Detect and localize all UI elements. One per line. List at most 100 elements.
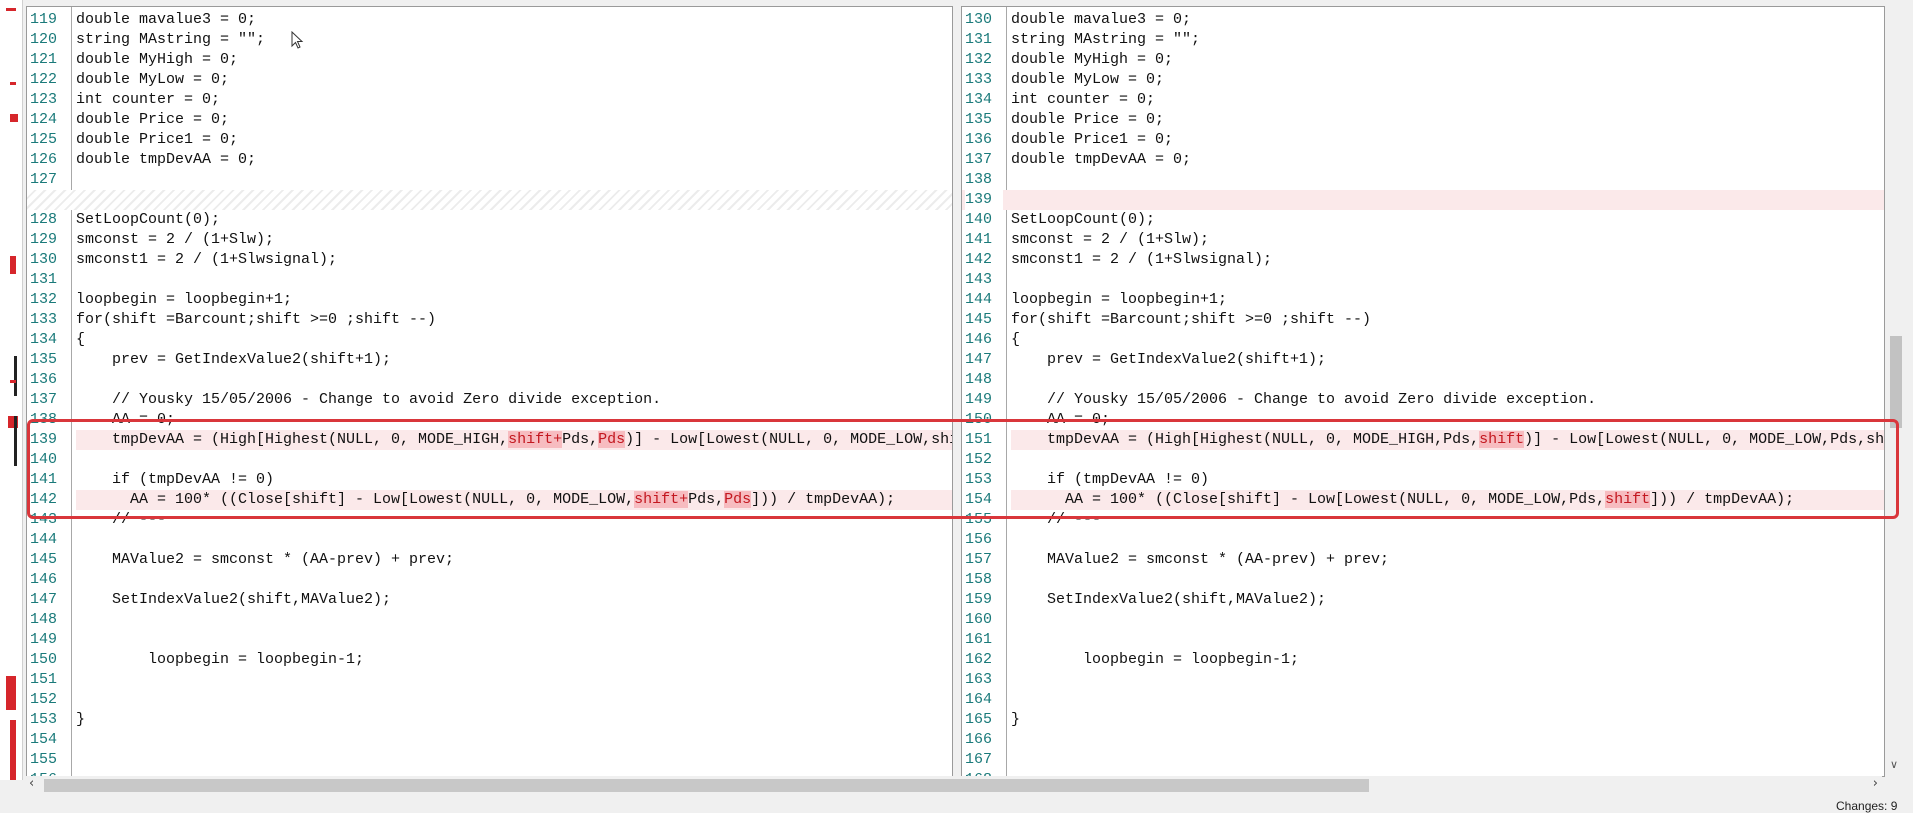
code-line[interactable]: 135 prev = GetIndexValue2(shift+1); <box>27 350 952 370</box>
code-line[interactable]: 158 <box>962 570 1884 590</box>
code-line[interactable]: 134 { <box>27 330 952 350</box>
code-line[interactable]: 147 prev = GetIndexValue2(shift+1); <box>962 350 1884 370</box>
code-line[interactable]: 154 <box>27 730 952 750</box>
code-line[interactable]: 139 tmpDevAA = (High[Highest(NULL, 0, MO… <box>27 430 952 450</box>
change-marker[interactable] <box>6 676 16 710</box>
code-line[interactable]: 156 <box>962 530 1884 550</box>
code-line[interactable]: 142 AA = 100* ((Close[shift] - Low[Lowes… <box>27 490 952 510</box>
code-line[interactable]: 137 // Yousky 15/05/2006 - Change to avo… <box>27 390 952 410</box>
line-number: 138 <box>965 171 993 188</box>
code-line[interactable]: 134 int counter = 0; <box>962 90 1884 110</box>
code-line[interactable]: 133 for(shift =Barcount;shift >=0 ;shift … <box>27 310 952 330</box>
vertical-scroll-thumb[interactable] <box>1890 336 1902 428</box>
code-line[interactable]: 130 smconst1 = 2 / (1+Slwsignal); <box>27 250 952 270</box>
code-line[interactable]: 122 double MyLow = 0; <box>27 70 952 90</box>
code-line[interactable]: 165} <box>962 710 1884 730</box>
code-line[interactable] <box>27 190 952 210</box>
code-line[interactable]: 145 MAValue2 = smconst * (AA-prev) + pre… <box>27 550 952 570</box>
code-line[interactable]: 141 if (tmpDevAA != 0) <box>27 470 952 490</box>
code-line[interactable]: 159 SetIndexValue2(shift,MAValue2); <box>962 590 1884 610</box>
code-line[interactable]: 146 { <box>962 330 1884 350</box>
code-line[interactable]: 157 MAValue2 = smconst * (AA-prev) + pre… <box>962 550 1884 570</box>
code-line[interactable]: 151 tmpDevAA = (High[Highest(NULL, 0, MO… <box>962 430 1884 450</box>
code-line[interactable]: 126 double tmpDevAA = 0; <box>27 150 952 170</box>
code-line[interactable]: 143 <box>962 270 1884 290</box>
left-code-pane[interactable]: 119 double mavalue3 = 0; 120 string MAstrin… <box>26 6 953 777</box>
code-line[interactable]: 149 <box>27 630 952 650</box>
code-line[interactable]: 136 double Price1 = 0; <box>962 130 1884 150</box>
code-line[interactable]: 167 <box>962 750 1884 770</box>
code-line[interactable]: 121 double MyHigh = 0; <box>27 50 952 70</box>
code-line[interactable]: 151 <box>27 670 952 690</box>
code-line[interactable]: 119 double mavalue3 = 0; <box>27 10 952 30</box>
code-line[interactable]: 140 <box>27 450 952 470</box>
code-line[interactable]: 135 double Price = 0; <box>962 110 1884 130</box>
code-line[interactable]: 163 <box>962 670 1884 690</box>
code-line[interactable]: 137 double tmpDevAA = 0; <box>962 150 1884 170</box>
code-line[interactable]: 140 SetLoopCount(0); <box>962 210 1884 230</box>
code-line[interactable]: 149 // Yousky 15/05/2006 - Change to avo… <box>962 390 1884 410</box>
horizontal-scroll-thumb[interactable] <box>44 779 1369 792</box>
change-marker[interactable] <box>10 114 18 122</box>
scroll-right-arrow-icon[interactable]: › <box>1873 776 1878 791</box>
code-line[interactable]: 133 double MyLow = 0; <box>962 70 1884 90</box>
code-line[interactable]: 132 double MyHigh = 0; <box>962 50 1884 70</box>
code-line[interactable]: 166 <box>962 730 1884 750</box>
scroll-left-arrow-icon[interactable]: ‹ <box>29 776 34 791</box>
code-line[interactable]: 131 string MAstring = ""; <box>962 30 1884 50</box>
code-line[interactable]: 162 loopbegin = loopbegin-1; <box>962 650 1884 670</box>
code-line[interactable]: 141 smconst = 2 / (1+Slw); <box>962 230 1884 250</box>
code-line[interactable]: 146 <box>27 570 952 590</box>
right-code-pane[interactable]: 130 double mavalue3 = 0; 131 string MAstrin… <box>961 6 1885 777</box>
code-line[interactable]: 128 SetLoopCount(0); <box>27 210 952 230</box>
code-line[interactable]: 154 AA = 100* ((Close[shift] - Low[Lowes… <box>962 490 1884 510</box>
code-line[interactable]: 150 loopbegin = loopbegin-1; <box>27 650 952 670</box>
left-code-lines: 119 double mavalue3 = 0; 120 string MAstrin… <box>27 10 952 776</box>
code-line[interactable]: 142 smconst1 = 2 / (1+Slwsignal); <box>962 250 1884 270</box>
change-marker[interactable] <box>10 720 16 780</box>
code-line[interactable]: 160 <box>962 610 1884 630</box>
horizontal-scrollbar[interactable]: ‹ › <box>26 776 1882 794</box>
line-number: 166 <box>965 731 993 748</box>
code-line[interactable]: 125 double Price1 = 0; <box>27 130 952 150</box>
code-line[interactable]: 120 string MAstring = ""; <box>27 30 952 50</box>
change-marker[interactable] <box>10 82 16 85</box>
code-line[interactable]: 123 int counter = 0; <box>27 90 952 110</box>
change-marker[interactable] <box>6 8 16 11</box>
code-line[interactable]: 153 if (tmpDevAA != 0) <box>962 470 1884 490</box>
code-line[interactable]: 132 loopbegin = loopbegin+1; <box>27 290 952 310</box>
code-line[interactable]: 152 <box>27 690 952 710</box>
code-line[interactable]: 161 <box>962 630 1884 650</box>
code-line[interactable]: 139 <box>962 190 1884 210</box>
code-text: double MyHigh = 0; <box>76 51 239 68</box>
code-text: AA = 0; <box>76 411 176 428</box>
code-line[interactable]: 130 double mavalue3 = 0; <box>962 10 1884 30</box>
code-line[interactable]: 145 for(shift =Barcount;shift >=0 ;shift … <box>962 310 1884 330</box>
code-line[interactable]: 136 <box>27 370 952 390</box>
code-line[interactable]: 148 <box>27 610 952 630</box>
code-text: double mavalue3 = 0; <box>76 11 257 28</box>
code-line[interactable]: 152 <box>962 450 1884 470</box>
code-line[interactable]: 124 double Price = 0; <box>27 110 952 130</box>
scroll-down-arrow-icon[interactable]: ∨ <box>1890 758 1898 771</box>
change-marker[interactable] <box>10 380 16 383</box>
code-line[interactable]: 144 loopbegin = loopbegin+1; <box>962 290 1884 310</box>
code-line[interactable]: 131 <box>27 270 952 290</box>
code-line[interactable]: 150 AA = 0; <box>962 410 1884 430</box>
vertical-scrollbar[interactable]: ∨ <box>1886 6 1906 775</box>
code-text: { <box>1011 331 1021 348</box>
code-line[interactable]: 155 // --- <box>962 510 1884 530</box>
code-line[interactable]: 164 <box>962 690 1884 710</box>
code-line[interactable]: 138 AA = 0; <box>27 410 952 430</box>
code-line[interactable]: 144 <box>27 530 952 550</box>
code-line[interactable]: 143 // --- <box>27 510 952 530</box>
code-line[interactable]: 127 <box>27 170 952 190</box>
change-marker[interactable] <box>10 256 16 274</box>
code-line[interactable]: 153} <box>27 710 952 730</box>
code-line[interactable]: 147 SetIndexValue2(shift,MAValue2); <box>27 590 952 610</box>
code-line[interactable]: 155 <box>27 750 952 770</box>
code-line[interactable]: 138 <box>962 170 1884 190</box>
change-overview-strip[interactable] <box>0 0 23 780</box>
code-line[interactable]: 129 smconst = 2 / (1+Slw); <box>27 230 952 250</box>
code-line[interactable]: 148 <box>962 370 1884 390</box>
